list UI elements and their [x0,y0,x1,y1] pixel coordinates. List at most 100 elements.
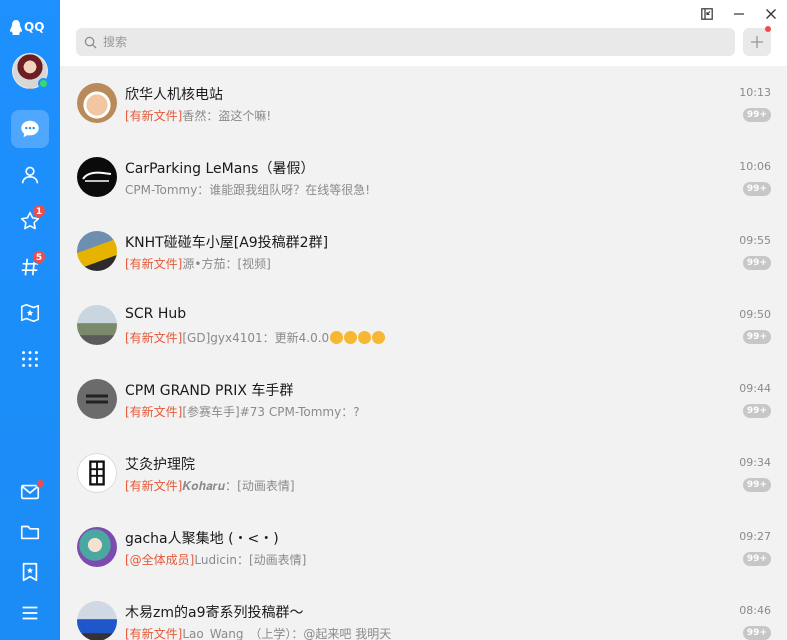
search-icon [84,36,97,48]
nav-explore[interactable] [11,294,49,332]
chat-tag: [有新文件] [125,257,183,271]
mail-unread-dot [36,479,45,488]
plus-icon [751,36,763,48]
chat-tag: [有新文件] [125,331,183,345]
chat-preview: [有新文件]𝑲𝒐𝒉𝒂𝒓𝒖：[动画表情] [125,477,295,494]
chat-list-item[interactable]: CPM GRAND PRIX 车手群 [有新文件][参赛车手]#73 CPM-T… [60,362,787,436]
minimize-button[interactable] [729,4,749,24]
search-input[interactable] [103,35,703,49]
chat-time: 09:55 [739,234,771,247]
nav-channels[interactable]: 5 [11,248,49,286]
chat-preview-text: Ludicin：[动画表情] [194,553,307,567]
nav-mail[interactable] [11,473,49,511]
nav-favorites[interactable]: 1 [11,202,49,240]
chat-preview: [@全体成员]Ludicin：[动画表情] [125,551,306,568]
message-bubble-icon [21,120,39,138]
unread-count-badge: 99+ [742,478,771,492]
nav-contacts[interactable] [11,156,49,194]
chat-name: SCR Hub [125,306,187,322]
unread-count-badge: 99+ [742,182,771,196]
chat-time: 09:34 [739,456,771,469]
chat-list-item[interactable]: 艾灸护理院 [有新文件]𝑲𝒐𝒉𝒂𝒓𝒖：[动画表情] 09:34 99+ [60,436,787,510]
nav-messages[interactable] [11,110,49,148]
logo-text: QQ [24,20,45,34]
unread-count-badge: 99+ [742,404,771,418]
emoji-icon [358,331,372,344]
group-avatar [77,527,117,567]
group-avatar [77,157,117,197]
channels-badge: 5 [32,250,46,264]
group-avatar [77,83,117,123]
favorites-badge: 1 [32,204,46,218]
unread-count-badge: 99+ [742,626,771,640]
person-icon [21,166,39,184]
chat-time: 10:06 [739,160,771,173]
chat-name: KNHT碰碰车小屋[A9投稿群2群] [125,235,329,251]
bookmark-star-icon [22,562,38,582]
chat-time: 09:27 [739,530,771,543]
pin-window-button[interactable] [697,4,717,24]
emoji-icon [344,331,358,344]
online-status-dot [38,78,49,89]
chat-preview-text: Lao_Wang_（上学）：@起来吧 我明天 [182,627,392,640]
chat-tag: [有新文件] [125,627,183,640]
chat-time: 09:50 [739,308,771,321]
chat-preview: CPM-Tommy：谁能跟我组队呀？在线等很急! [125,181,370,198]
chat-list-item[interactable]: SCR Hub [有新文件][GD]gyx4101：更新4.0.0 09:50 … [60,288,787,362]
group-avatar [77,601,117,640]
chat-list: 欣华人机核电站 [有新文件]香然：盗这个嘛! 10:13 99+ CarPark… [60,66,787,640]
minimize-icon [734,13,744,15]
chat-preview: [有新文件]香然：盗这个嘛! [125,107,271,124]
group-avatar [77,453,117,493]
chat-preview: [有新文件]源•方茄：[视频] [125,255,271,272]
group-avatar [77,231,117,271]
search-box[interactable] [76,28,735,56]
nav-bookmarks[interactable] [11,553,49,591]
grid-dots-icon [22,351,38,367]
emoji-icon [372,331,386,344]
chat-time: 10:13 [739,86,771,99]
chat-preview: [有新文件][参赛车手]#73 CPM-Tommy：? [125,403,360,420]
chat-tag: [有新文件] [125,109,183,123]
close-button[interactable] [761,4,781,24]
my-avatar[interactable] [12,53,49,89]
sidebar: QQ 1 5 [0,0,60,640]
calligraphy-logo-icon [89,460,105,486]
chat-name: 木易zm的a9寄系列投稿群～ [125,605,304,621]
chat-list-item[interactable]: 欣华人机核电站 [有新文件]香然：盗这个嘛! 10:13 99+ [60,66,787,140]
chat-list-item[interactable]: gacha人聚集地 (・<・) [@全体成员]Ludicin：[动画表情] 09… [60,510,787,584]
chat-preview-text: 香然：盗这个嘛! [182,109,272,123]
chat-name: 艾灸护理院 [125,457,195,473]
group-avatar [77,305,117,345]
chat-list-item[interactable]: KNHT碰碰车小屋[A9投稿群2群] [有新文件]源•方茄：[视频] 09:55… [60,214,787,288]
chat-list-item[interactable]: CarParking LeMans（暑假） CPM-Tommy：谁能跟我组队呀？… [60,140,787,214]
chat-time: 09:44 [739,382,771,395]
chat-tag: [有新文件] [125,405,183,419]
unread-count-badge: 99+ [742,108,771,122]
qq-logo: QQ [10,17,44,37]
chat-name: gacha人聚集地 (・<・) [125,531,279,547]
penguin-icon [10,19,22,35]
nav-main-menu[interactable] [11,594,49,632]
add-button[interactable] [743,26,771,56]
chat-name: CPM GRAND PRIX 车手群 [125,383,294,399]
unread-count-badge: 99+ [742,256,771,270]
cpm-logo-icon [82,171,112,182]
chat-tag: [有新文件] [125,479,183,493]
chat-name: CarParking LeMans（暑假） [125,161,315,177]
close-icon [766,9,776,19]
chat-preview-text: CPM-Tommy：谁能跟我组队呀？在线等很急! [125,183,371,197]
map-star-icon [20,303,40,323]
chat-list-item[interactable]: 木易zm的a9寄系列投稿群～ [有新文件]Lao_Wang_（上学）：@起来吧 … [60,584,787,640]
unread-count-badge: 99+ [742,552,771,566]
chat-preview: [有新文件][GD]gyx4101：更新4.0.0 [125,329,386,346]
chat-preview-text: [GD]gyx4101：更新4.0.0 [182,331,330,345]
nav-files[interactable] [11,513,49,551]
chat-tag: [@全体成员] [125,553,195,567]
group-avatar [77,379,117,419]
emoji-icon [330,331,344,344]
folder-icon [20,525,40,540]
add-notification-dot [765,26,771,32]
cpm-grand-prix-logo-icon [86,394,108,404]
nav-more-apps[interactable] [11,340,49,378]
